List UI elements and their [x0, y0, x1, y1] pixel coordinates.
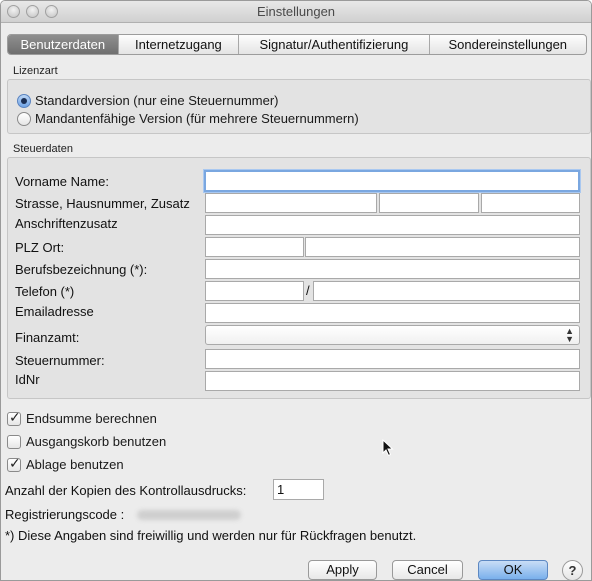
berufsbezeichnung-label: Berufsbezeichnung (*): [15, 262, 148, 277]
checkbox-unchecked-icon[interactable] [7, 434, 21, 449]
hausnummer-input[interactable] [379, 193, 479, 213]
telefon-separator: / [306, 283, 310, 298]
radio-mandantenfaehig-label: Mandantenfähige Version (für mehrere Ste… [35, 111, 359, 126]
idnr-input[interactable] [205, 371, 580, 391]
title-bar: Einstellungen [1, 1, 591, 23]
plz-input[interactable] [205, 237, 304, 257]
tab-signatur[interactable]: Signatur/Authentifizierung [239, 35, 430, 54]
radio-unselected-icon[interactable] [17, 111, 31, 126]
finanzamt-label: Finanzamt: [15, 330, 80, 345]
cancel-button[interactable]: Cancel [392, 560, 463, 580]
checkbox-checked-icon[interactable] [7, 456, 21, 472]
help-button[interactable]: ? [562, 560, 583, 580]
ok-button[interactable]: OK [478, 560, 548, 580]
checkbox-ablage[interactable]: Ablage benutzen [7, 456, 124, 472]
vorname-name-input[interactable] [204, 170, 580, 192]
radio-standardversion[interactable]: Standardversion (nur eine Steuernummer) [17, 93, 279, 108]
radio-selected-icon[interactable] [17, 93, 31, 108]
radio-mandantenfaehig[interactable]: Mandantenfähige Version (für mehrere Ste… [17, 111, 359, 126]
berufsbezeichnung-input[interactable] [205, 259, 580, 279]
mouse-pointer-icon [382, 439, 394, 457]
tab-bar: Benutzerdaten Internetzugang Signatur/Au… [7, 34, 587, 55]
window-title: Einstellungen [256, 4, 336, 19]
steuernummer-label: Steuernummer: [15, 353, 105, 368]
vorname-name-label: Vorname Name: [15, 174, 109, 189]
checkbox-endsumme-label: Endsumme berechnen [26, 411, 157, 426]
registrierungscode-value [137, 510, 241, 520]
ort-input[interactable] [305, 237, 580, 257]
checkbox-ausgangskorb-label: Ausgangskorb benutzen [26, 434, 167, 449]
emailadresse-label: Emailadresse [15, 304, 94, 319]
telefon-label: Telefon (*) [15, 284, 75, 299]
kopien-input[interactable] [273, 479, 324, 500]
zusatz-input[interactable] [481, 193, 580, 213]
tab-internetzugang[interactable]: Internetzugang [119, 35, 240, 54]
idnr-label: IdNr [15, 372, 40, 387]
emailadresse-input[interactable] [205, 303, 580, 323]
anschriftenzusatz-input[interactable] [205, 215, 580, 235]
strasse-label: Strasse, Hausnummer, Zusatz [15, 196, 190, 211]
steuernummer-input[interactable] [205, 349, 580, 369]
anschriftenzusatz-label: Anschriftenzusatz [15, 216, 118, 231]
select-arrows-icon: ▲ ▼ [565, 326, 574, 344]
checkbox-checked-icon[interactable] [7, 410, 21, 426]
finanzamt-select[interactable]: ▲ ▼ [205, 325, 580, 345]
telefon-vorwahl-input[interactable] [205, 281, 304, 301]
checkbox-ausgangskorb[interactable]: Ausgangskorb benutzen [7, 434, 166, 449]
apply-button[interactable]: Apply [308, 560, 377, 580]
plz-ort-label: PLZ Ort: [15, 240, 65, 255]
checkbox-ablage-label: Ablage benutzen [26, 457, 124, 472]
settings-window: Einstellungen Benutzerdaten Internetzuga… [0, 0, 592, 581]
strasse-input[interactable] [205, 193, 377, 213]
lizenzart-label: Lizenzart [13, 65, 58, 77]
radio-standardversion-label: Standardversion (nur eine Steuernummer) [35, 93, 279, 108]
kopien-label: Anzahl der Kopien des Kontrollausdrucks: [5, 483, 247, 498]
telefon-nummer-input[interactable] [313, 281, 580, 301]
tab-benutzerdaten[interactable]: Benutzerdaten [8, 35, 119, 54]
footnote: *) Diese Angaben sind freiwillig und wer… [5, 528, 417, 543]
checkbox-endsumme[interactable]: Endsumme berechnen [7, 410, 157, 426]
tab-sondereinstellungen[interactable]: Sondereinstellungen [430, 35, 586, 54]
steuerdaten-label: Steuerdaten [13, 143, 73, 155]
registrierungscode-label: Registrierungscode : [5, 507, 125, 522]
